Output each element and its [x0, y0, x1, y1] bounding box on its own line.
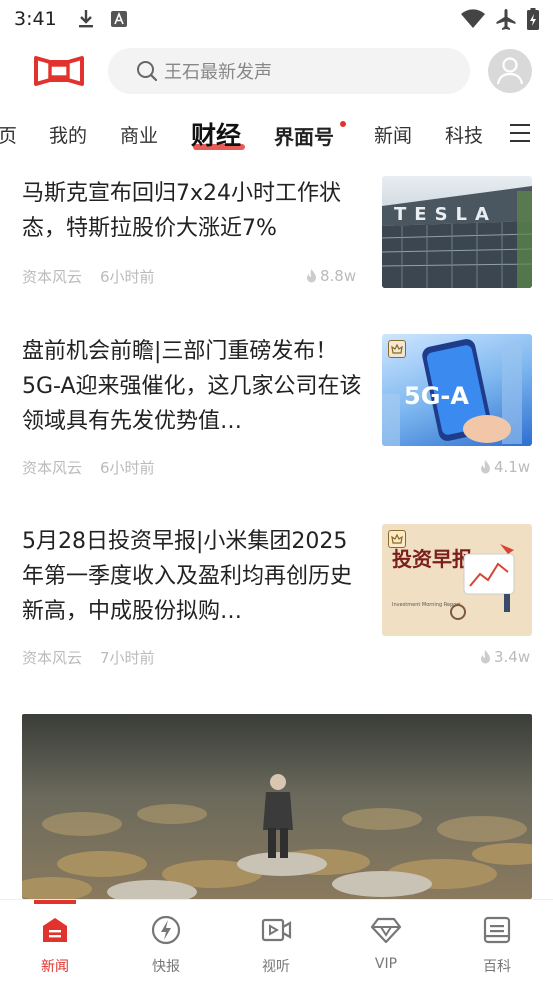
- news-icon: [43, 918, 67, 942]
- app-logo[interactable]: [34, 54, 84, 88]
- coins-figure-image: [22, 714, 532, 899]
- app-header: 王石最新发声: [0, 38, 553, 106]
- active-nav-indicator: [34, 900, 76, 904]
- article-thumbnail: TESLA: [382, 176, 532, 288]
- tesla-building-image: TESLA: [382, 186, 532, 288]
- article-thumbnail: 投资早报 Investment Morning Report: [382, 524, 532, 636]
- search-placeholder: 王石最新发声: [164, 62, 272, 83]
- flame-icon: [481, 650, 490, 664]
- article-time: 6小时前: [100, 268, 155, 286]
- search-input[interactable]: 王石最新发声: [108, 48, 470, 94]
- tab-tech[interactable]: 科技: [445, 121, 483, 148]
- flame-icon: [307, 269, 316, 283]
- bottom-navigation: 新闻 快报 视听 VIP 百科: [0, 899, 553, 983]
- menu-icon[interactable]: [510, 124, 532, 144]
- vip-diamond-icon: [370, 917, 402, 944]
- article-source: 资本风云: [22, 268, 83, 286]
- article-time: 6小时前: [100, 459, 155, 477]
- premium-badge-icon: [388, 340, 406, 358]
- nav-news[interactable]: 新闻: [25, 914, 85, 976]
- tab-business[interactable]: 商业: [120, 121, 158, 148]
- battery-icon: [527, 8, 539, 30]
- status-time: 3:41: [14, 8, 57, 30]
- list-item[interactable]: 马斯克宣布回归7x24小时工作状态，特斯拉股价大涨近7% 资本风云 6小时前 8…: [22, 176, 532, 288]
- video-icon: [261, 918, 292, 942]
- thumb-text: 投资早报: [392, 547, 472, 571]
- thumb-text: 5G-A: [404, 382, 469, 410]
- download-icon: [78, 10, 93, 28]
- article-source: 资本风云: [22, 649, 83, 667]
- channel-tabs: 页 我的 商业 财经 界面号 新闻 科技: [0, 106, 553, 162]
- app-notification-icon: [110, 11, 127, 27]
- article-meta: 资本风云 6小时前: [22, 266, 155, 287]
- article-thumbnail: 5G-A: [382, 334, 532, 446]
- tab-finance[interactable]: 财经: [191, 116, 241, 152]
- nav-vip[interactable]: VIP: [356, 914, 416, 972]
- featured-image[interactable]: [22, 714, 532, 899]
- flash-icon: [151, 915, 181, 945]
- nav-video[interactable]: 视听: [246, 914, 306, 976]
- tab-mine[interactable]: 我的: [49, 121, 87, 148]
- article-meta: 资本风云 7小时前: [22, 647, 155, 668]
- thumb-text: TESLA: [394, 204, 497, 225]
- nav-encyclopedia[interactable]: 百科: [467, 914, 527, 976]
- thumb-sub: Investment Morning Report: [392, 602, 460, 608]
- avatar[interactable]: [488, 49, 532, 93]
- list-item[interactable]: 盘前机会前瞻|三部门重磅发布！5G-A迎来强催化，这几家公司在该领域具有先发优势…: [22, 334, 532, 477]
- wifi-icon: [461, 9, 485, 28]
- article-title: 盘前机会前瞻|三部门重磅发布！5G-A迎来强催化，这几家公司在该领域具有先发优势…: [22, 339, 362, 434]
- tab-jiemianhao[interactable]: 界面号: [274, 121, 334, 150]
- article-meta: 资本风云 6小时前: [22, 457, 155, 478]
- premium-badge-icon: [388, 530, 406, 548]
- list-item[interactable]: 5月28日投资早报|小米集团2025年第一季度收入及盈利均再创历史新高，中成股份…: [22, 524, 532, 667]
- article-title: 马斯克宣布回归7x24小时工作状态，特斯拉股价大涨近7%: [22, 181, 342, 241]
- encyclopedia-icon: [483, 916, 511, 944]
- article-views: 3.4w: [480, 648, 530, 666]
- flame-icon: [481, 460, 490, 474]
- new-indicator-dot: [340, 121, 346, 127]
- article-time: 7小时前: [100, 649, 155, 667]
- search-icon: [137, 61, 158, 82]
- article-source: 资本风云: [22, 459, 83, 477]
- nav-flash[interactable]: 快报: [136, 914, 196, 976]
- article-title: 5月28日投资早报|小米集团2025年第一季度收入及盈利均再创历史新高，中成股份…: [22, 529, 353, 624]
- tab-news[interactable]: 新闻: [374, 121, 412, 148]
- airplane-mode-icon: [496, 9, 516, 30]
- tab-home[interactable]: 页: [0, 121, 17, 148]
- article-views: 8.8w: [306, 267, 356, 285]
- user-icon: [497, 57, 523, 85]
- article-views: 4.1w: [480, 458, 530, 476]
- status-bar: 3:41: [0, 0, 553, 38]
